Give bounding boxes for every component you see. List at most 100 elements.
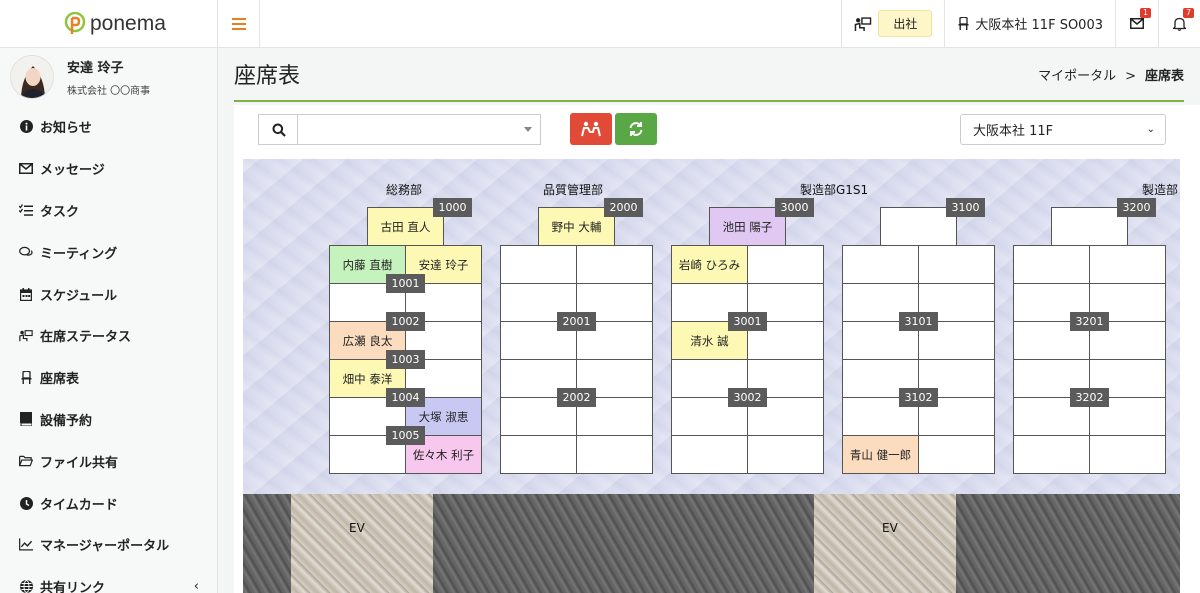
seat-desk[interactable] — [500, 435, 577, 474]
seat-desk[interactable] — [918, 435, 995, 474]
refresh-button[interactable] — [615, 113, 657, 145]
info-icon — [19, 120, 33, 134]
hamburger-menu-button[interactable] — [218, 0, 260, 48]
location-indicator[interactable]: 大阪本社 11F SO003 — [944, 0, 1115, 48]
location-label: 大阪本社 11F SO003 — [975, 18, 1103, 33]
elevator-label: EV — [882, 521, 898, 535]
user-profile[interactable]: 安達 玲子 株式会社 〇〇商事 — [0, 48, 217, 106]
main-content: 座席表 マイポータル > 座席表 大阪本社 11F ⌄ 総務部 品質管理部 製造… — [218, 48, 1200, 593]
avatar — [10, 55, 54, 99]
sidebar-item-shared-links[interactable]: 共有リンク ‹ — [0, 566, 217, 593]
department-label: 製造部 — [1142, 183, 1179, 197]
seat-desk[interactable] — [1089, 245, 1166, 284]
folder-icon — [19, 454, 33, 468]
notifications-button[interactable]: 7 — [1158, 0, 1200, 48]
sidebar-item-meetings[interactable]: ミーティング — [0, 231, 217, 273]
messages-button[interactable]: 1 — [1115, 0, 1158, 48]
seat-number: 3001 — [728, 312, 767, 331]
chat-icon — [19, 245, 33, 259]
bell-icon — [1173, 17, 1186, 31]
sidebar-item-timecard[interactable]: タイムカード — [0, 482, 217, 524]
seating-toolbar: 大阪本社 11F ⌄ — [234, 105, 1200, 157]
messages-badge: 1 — [1140, 7, 1152, 18]
seat-number: 1003 — [386, 350, 425, 369]
sidebar-item-manager-portal[interactable]: マネージャーポータル — [0, 524, 217, 566]
breadcrumb: マイポータル > 座席表 — [1038, 65, 1184, 84]
caret-down-icon — [524, 127, 532, 132]
breadcrumb-current: 座席表 — [1144, 68, 1184, 84]
seat-desk[interactable] — [576, 435, 653, 474]
seat-number: 1001 — [386, 274, 425, 293]
breadcrumb-separator: > — [1125, 68, 1136, 84]
search-select[interactable] — [297, 114, 541, 145]
clock-icon — [19, 496, 33, 510]
seat-desk[interactable] — [576, 245, 653, 284]
tasks-icon — [19, 203, 33, 217]
app-logo[interactable]: ponema — [0, 0, 217, 48]
seat-number: 1002 — [386, 312, 425, 331]
seat-desk[interactable]: 青山 健一郎 — [842, 435, 919, 474]
seat-number: 1004 — [386, 388, 425, 407]
find-person-button[interactable] — [570, 113, 612, 145]
seat-number: 3102 — [899, 388, 938, 407]
seat-desk[interactable] — [1013, 245, 1090, 284]
seat-desk[interactable]: 岩崎 ひろみ — [671, 245, 748, 284]
sidebar-item-messages[interactable]: メッセージ — [0, 148, 217, 190]
sidebar-item-notices[interactable]: お知らせ — [0, 106, 217, 148]
department-label: 品質管理部 — [543, 183, 604, 197]
seat-desk[interactable] — [1013, 435, 1090, 474]
status-control[interactable]: 出社 — [841, 0, 944, 48]
sidebar-item-schedule[interactable]: スケジュール — [0, 273, 217, 315]
seat-number: 2001 — [557, 312, 596, 331]
seat-desk[interactable] — [671, 435, 748, 474]
sidebar-item-files[interactable]: ファイル共有 — [0, 440, 217, 482]
envelope-icon — [1130, 18, 1144, 29]
seat-desk[interactable] — [842, 245, 919, 284]
search-button[interactable] — [258, 114, 298, 145]
sidebar-item-tasks[interactable]: タスク — [0, 190, 217, 232]
seat-number: 1000 — [433, 198, 472, 217]
seat-number: 3200 — [1117, 198, 1156, 217]
top-bar: 出社 大阪本社 11F SO003 1 7 — [218, 0, 1200, 48]
people-seat-icon — [581, 121, 601, 137]
breadcrumb-home[interactable]: マイポータル — [1038, 69, 1116, 84]
seat-number: 3000 — [775, 198, 814, 217]
floor-select-value: 大阪本社 11F — [973, 124, 1054, 139]
notifications-badge: 7 — [1183, 7, 1195, 18]
book-icon — [19, 412, 33, 427]
page-title: 座席表 — [234, 64, 301, 89]
seat-icon — [19, 371, 33, 385]
seat-number: 2002 — [557, 388, 596, 407]
status-button[interactable]: 出社 — [878, 10, 933, 37]
seat-number: 3201 — [1070, 312, 1109, 331]
department-label: 製造部G1S1 — [800, 183, 869, 197]
elevator-area — [291, 494, 433, 593]
seat-number: 3002 — [728, 388, 767, 407]
elevator-area — [814, 494, 956, 593]
seat-desk[interactable] — [747, 435, 824, 474]
seat-desk[interactable] — [747, 245, 824, 284]
seating-map: 総務部 品質管理部 製造部G1S1 製造部 古田 直人 1000 内藤 直樹 安… — [243, 159, 1180, 593]
chart-icon — [19, 538, 33, 552]
sidebar-item-presence[interactable]: 在席ステータス — [0, 315, 217, 357]
ponema-logo-icon — [64, 12, 86, 34]
sidebar-item-reservation[interactable]: 設備予約 — [0, 399, 217, 441]
seat-number: 3101 — [899, 312, 938, 331]
sidebar: ponema 安達 玲子 株式会社 〇〇商事 お知らせ メッセージ タスク ミー… — [0, 0, 218, 593]
floor-select[interactable]: 大阪本社 11F ⌄ — [960, 114, 1166, 145]
sidebar-item-seating[interactable]: 座席表 — [0, 357, 217, 399]
calendar-icon — [19, 287, 33, 301]
seat-icon — [958, 17, 969, 30]
user-company: 株式会社 〇〇商事 — [67, 86, 151, 97]
chevron-left-icon[interactable]: ‹ — [194, 579, 199, 593]
user-name: 安達 玲子 — [67, 61, 124, 76]
seat-desk[interactable] — [1089, 435, 1166, 474]
seat-desk[interactable] — [918, 245, 995, 284]
search-icon — [272, 123, 286, 137]
seat-number: 1005 — [386, 426, 425, 445]
envelope-icon — [19, 162, 33, 176]
seat-desk[interactable] — [500, 245, 577, 284]
app-name: ponema — [90, 11, 166, 35]
department-label: 総務部 — [386, 183, 423, 197]
seat-number: 3100 — [946, 198, 985, 217]
